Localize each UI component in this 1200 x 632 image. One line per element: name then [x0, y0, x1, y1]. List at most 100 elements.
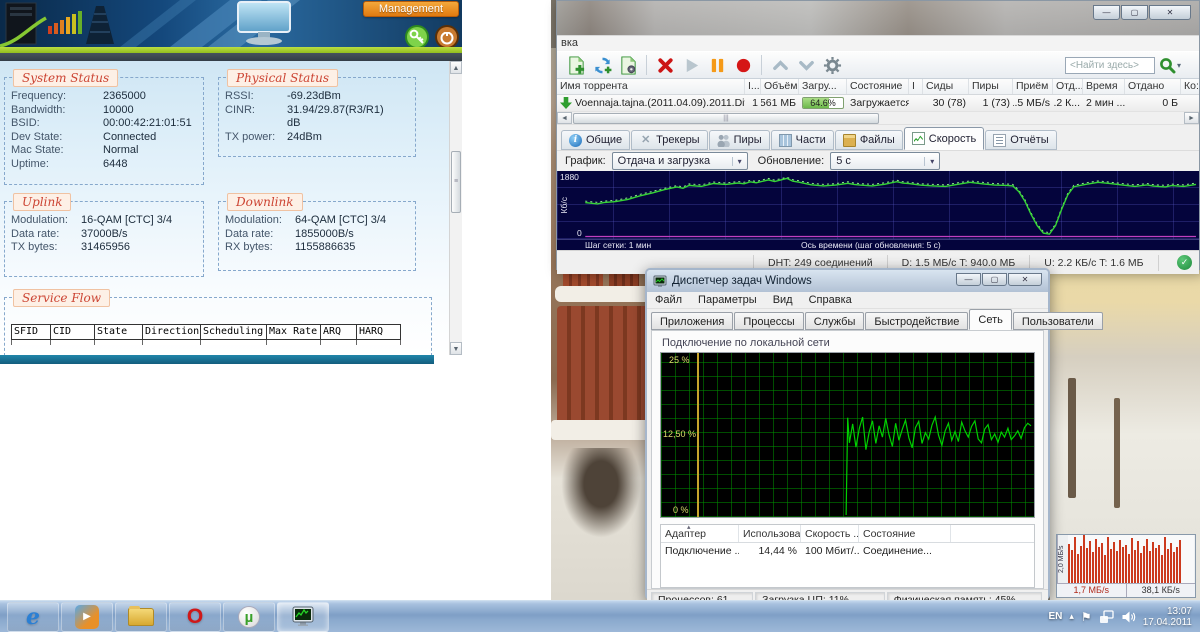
volume-icon[interactable] — [1121, 610, 1136, 624]
torrent-cell-2: 561 МБ — [761, 95, 799, 111]
scroll-down-button[interactable]: ▼ — [450, 342, 462, 355]
adapter-col-1[interactable]: Использова... — [739, 525, 801, 542]
management-button[interactable]: Management — [363, 1, 459, 17]
torrent-column-header-0[interactable]: Имя торрента — [557, 79, 745, 94]
torrent-column-header-10[interactable]: Время — [1083, 79, 1125, 94]
torrent-column-header-6[interactable]: Сиды — [923, 79, 969, 94]
tab-speed[interactable]: Скорость — [904, 127, 985, 150]
torrent-cell-4: Загружается — [847, 95, 909, 111]
move-down-button[interactable] — [793, 53, 819, 77]
detail-tabs: ОбщиеТрекерыПирыЧастиФайлыСкоростьОтчёты — [557, 125, 1199, 150]
menu-Справка[interactable]: Справка — [801, 293, 860, 307]
stop-button[interactable] — [730, 53, 756, 77]
panel-title: Uplink — [13, 193, 71, 211]
minimize-button[interactable]: — — [1093, 5, 1120, 20]
tab-files[interactable]: Файлы — [835, 130, 903, 150]
horizontal-scrollbar[interactable]: ◄ ||| ► — [557, 112, 1199, 125]
close-button[interactable]: ✕ — [1008, 273, 1042, 286]
search-options-caret[interactable]: ▾ — [1177, 61, 1181, 70]
create-torrent-button[interactable] — [615, 53, 641, 77]
clock[interactable]: 13:07 17.04.2011 — [1143, 606, 1192, 628]
tab-Быстродействие[interactable]: Быстродействие — [865, 312, 968, 330]
taskbar-button-internet-explorer[interactable]: e — [7, 602, 59, 632]
network-tray-icon[interactable] — [1099, 610, 1114, 624]
taskbar-button-task-manager[interactable] — [277, 602, 329, 632]
taskbar-button-explorer[interactable] — [115, 602, 167, 632]
update-interval-dropdown[interactable]: 5 с▾ — [830, 152, 940, 170]
field-row: Frequency:2365000 — [11, 90, 197, 104]
hscroll-thumb[interactable]: ||| — [573, 113, 879, 124]
tab-Сеть[interactable]: Сеть — [969, 309, 1011, 330]
adapter-col-0[interactable]: Адаптер▴ — [661, 525, 739, 542]
menubar[interactable]: вка — [557, 35, 1199, 51]
torrent-column-header-8[interactable]: Приём — [1013, 79, 1053, 94]
torrent-column-header-1[interactable]: І... — [745, 79, 761, 94]
taskbar-button-media-player[interactable]: ▶ — [61, 602, 113, 632]
network-speed-widget[interactable]: 2,0 МБ/s 1,7 МБ/s 38,1 КБ/s — [1056, 534, 1196, 598]
torrent-column-header-12[interactable]: Ко: — [1181, 79, 1199, 94]
search-input[interactable] — [1065, 57, 1155, 74]
adapter-row[interactable]: Подключение ...14,44 %100 Мбит/...Соедин… — [661, 543, 1034, 560]
torrent-column-header-2[interactable]: Объём — [761, 79, 799, 94]
torrent-row[interactable]: Voennaja.tajna.(2011.04.09).2011.DivX.SA… — [557, 95, 1199, 112]
torrent-cell-5 — [909, 95, 923, 111]
graph-select-label: График: — [565, 155, 606, 167]
scroll-left-button[interactable]: ◄ — [557, 112, 572, 124]
remove-torrent-button[interactable] — [652, 53, 678, 77]
menu-Параметры[interactable]: Параметры — [690, 293, 765, 307]
close-button[interactable]: ✕ — [1149, 5, 1191, 20]
tab-info[interactable]: Общие — [561, 130, 630, 150]
tab-Службы[interactable]: Службы — [805, 312, 865, 330]
taskbar-button-opera[interactable]: O — [169, 602, 221, 632]
torrent-column-header-3[interactable]: Загру... — [799, 79, 847, 94]
start-button[interactable] — [678, 53, 704, 77]
scroll-up-button[interactable]: ▲ — [450, 61, 462, 74]
torrent-column-header-7[interactable]: Пиры — [969, 79, 1013, 94]
widget-axis-label: 2,0 МБ/s — [1057, 535, 1068, 583]
titlebar[interactable]: — ▢ ✕ — [557, 1, 1199, 35]
taskbar-button-utorrent[interactable]: µ — [223, 602, 275, 632]
scrollbar[interactable]: ▲ ≡ ▼ — [449, 61, 462, 355]
torrent-column-header-5[interactable]: І — [909, 79, 923, 94]
tab-peers[interactable]: Пиры — [709, 130, 770, 150]
menu-item-partial[interactable]: вка — [561, 37, 578, 49]
tab-Приложения[interactable]: Приложения — [651, 312, 733, 330]
scroll-right-button[interactable]: ► — [1184, 112, 1199, 124]
downloading-icon — [560, 97, 572, 109]
service-flow-table-header: SFIDCIDStateDirectionSchedulingMax RateA… — [11, 324, 431, 340]
search-icon[interactable] — [1159, 57, 1176, 74]
adapter-col-2[interactable]: Скорость ... — [801, 525, 859, 542]
graph-type-dropdown[interactable]: Отдача и загрузка▾ — [612, 152, 748, 170]
scroll-thumb[interactable]: ≡ — [451, 151, 461, 213]
tab-trackers[interactable]: Трекеры — [631, 130, 707, 150]
torrent-column-header-9[interactable]: Отд... — [1053, 79, 1083, 94]
titlebar[interactable]: Диспетчер задач Windows — ▢ ✕ — [647, 270, 1048, 292]
tab-pieces[interactable]: Части — [771, 130, 834, 150]
y-min-label: 0 — [577, 228, 582, 238]
show-hidden-icons-button[interactable]: ▴ — [1069, 611, 1074, 622]
adapter-col-3[interactable]: Состояние — [859, 525, 951, 542]
add-torrent-button[interactable] — [563, 53, 589, 77]
settings-button[interactable] — [819, 53, 845, 77]
service-flow-clipped-row — [11, 340, 431, 345]
adapter-table: Адаптер▴Использова...Скорость ...Состоян… — [660, 524, 1035, 588]
maximize-button[interactable]: ▢ — [982, 273, 1007, 286]
tab-log[interactable]: Отчёты — [985, 130, 1056, 150]
language-indicator[interactable]: EN — [1048, 611, 1062, 622]
maximize-button[interactable]: ▢ — [1121, 5, 1148, 20]
torrent-column-header-11[interactable]: Отдано — [1125, 79, 1181, 94]
action-center-icon[interactable]: ⚑ — [1081, 610, 1092, 624]
pause-button[interactable] — [704, 53, 730, 77]
service-flow-clipped-cell — [201, 340, 267, 345]
minimize-button[interactable]: — — [956, 273, 981, 286]
menu-Вид[interactable]: Вид — [765, 293, 801, 307]
tab-Пользователи[interactable]: Пользователи — [1013, 312, 1103, 330]
torrent-cell-8: 1.5 МБ/s — [1013, 95, 1053, 111]
tab-Процессы[interactable]: Процессы — [734, 312, 803, 330]
field-row: BSID:00:00:42:21:01:51 — [11, 117, 197, 131]
update-select-label: Обновление: — [758, 155, 825, 167]
add-from-url-button[interactable] — [589, 53, 615, 77]
torrent-column-header-4[interactable]: Состояние — [847, 79, 909, 94]
menu-Файл[interactable]: Файл — [647, 293, 690, 307]
move-up-button[interactable] — [767, 53, 793, 77]
